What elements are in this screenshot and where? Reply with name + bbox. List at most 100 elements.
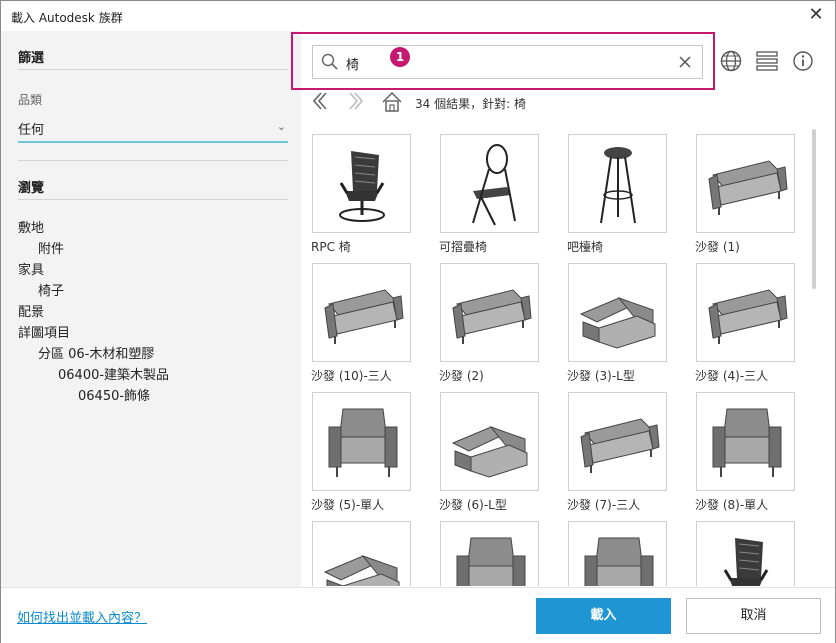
tree-item[interactable]: 06450-飾條 bbox=[78, 385, 150, 404]
divider bbox=[18, 69, 288, 70]
tree-item[interactable]: 敷地 bbox=[18, 217, 44, 236]
forward-icon[interactable] bbox=[347, 91, 365, 111]
result-tile[interactable]: 吧檯椅 bbox=[567, 134, 695, 259]
result-tile[interactable] bbox=[311, 521, 439, 586]
results-scrollbar[interactable] bbox=[812, 129, 816, 289]
result-thumbnail[interactable] bbox=[568, 134, 667, 233]
tree-item[interactable]: 附件 bbox=[38, 238, 64, 257]
result-tile[interactable]: 沙發 (4)-三人 bbox=[695, 263, 807, 388]
result-thumbnail[interactable] bbox=[312, 263, 411, 362]
result-label: 沙發 (6)-L型 bbox=[439, 498, 507, 512]
filter-heading: 篩選 bbox=[18, 51, 45, 66]
tree-item[interactable]: 椅子 bbox=[38, 280, 64, 299]
result-tile[interactable]: 可摺疊椅 bbox=[439, 134, 567, 259]
result-tile[interactable]: 沙發 (8)-單人 bbox=[695, 392, 807, 517]
armchair-icon bbox=[456, 537, 526, 586]
search-icon bbox=[321, 53, 338, 70]
result-label: 沙發 (1) bbox=[695, 240, 740, 254]
result-tile[interactable]: 沙發 (10)-三人 bbox=[311, 263, 439, 388]
results-grid: RPC 椅 可摺疊椅 吧檯椅 沙發 (1) 沙發 (10)-三人 沙發 (2) 沙發 (3)… bbox=[311, 134, 807, 586]
divider bbox=[18, 160, 288, 161]
sofa-icon bbox=[708, 160, 788, 215]
load-family-dialog: 載入 Autodesk 族群 ✕ 篩選 品類 任何 ⌄ 瀏覽 敷地附件家具椅子配… bbox=[0, 0, 836, 643]
armchair-icon bbox=[328, 408, 398, 477]
result-label: 沙發 (2) bbox=[439, 369, 484, 383]
results-panel: 椅 1 34 個結果，針對: 椅 RPC 椅 可摺疊椅 吧檯椅 沙發 (1) 沙… bbox=[291, 31, 835, 587]
result-thumbnail[interactable] bbox=[440, 521, 539, 586]
result-label: 沙發 (3)-L型 bbox=[567, 369, 635, 383]
result-thumbnail[interactable] bbox=[312, 521, 411, 586]
tree-item[interactable]: 分區 06-木材和塑膠 bbox=[38, 343, 154, 362]
l-sofa-icon bbox=[579, 296, 656, 349]
search-query: 椅 bbox=[346, 58, 360, 73]
clear-icon[interactable] bbox=[677, 54, 693, 70]
home-icon[interactable] bbox=[381, 91, 403, 113]
office-chair-icon bbox=[723, 538, 769, 586]
result-tile[interactable]: 沙發 (2) bbox=[439, 263, 567, 388]
l-sofa-icon bbox=[451, 425, 528, 478]
armchair-icon bbox=[712, 408, 782, 477]
load-button[interactable]: 載入 bbox=[536, 598, 671, 634]
result-label: 吧檯椅 bbox=[567, 240, 604, 254]
result-tile[interactable] bbox=[695, 521, 807, 586]
dialog-footer: 如何找出並載入內容？ 載入 取消 bbox=[1, 587, 835, 643]
search-input[interactable]: 椅 bbox=[312, 45, 703, 79]
result-label: 沙發 (4)-三人 bbox=[695, 369, 769, 383]
result-label: RPC 椅 bbox=[311, 240, 351, 254]
armchair-icon bbox=[584, 537, 654, 586]
title-bar: 載入 Autodesk 族群 ✕ bbox=[1, 1, 835, 31]
result-thumbnail[interactable] bbox=[696, 134, 795, 233]
browse-heading: 瀏覽 bbox=[18, 181, 45, 196]
tree-item[interactable]: 配景 bbox=[18, 301, 44, 320]
cancel-button[interactable]: 取消 bbox=[686, 598, 821, 634]
back-icon[interactable] bbox=[311, 91, 329, 111]
result-tile[interactable]: 沙發 (3)-L型 bbox=[567, 263, 695, 388]
divider bbox=[18, 199, 288, 200]
result-tile[interactable]: 沙發 (7)-三人 bbox=[567, 392, 695, 517]
category-label: 品類 bbox=[18, 93, 43, 107]
help-link[interactable]: 如何找出並載入內容？ bbox=[17, 607, 147, 626]
result-thumbnail[interactable] bbox=[696, 521, 795, 586]
folding-chair-icon bbox=[472, 144, 516, 226]
result-thumbnail[interactable] bbox=[568, 521, 667, 586]
result-label: 可摺疊椅 bbox=[439, 240, 488, 254]
close-icon[interactable]: ✕ bbox=[805, 5, 827, 27]
sofa-icon bbox=[324, 289, 404, 344]
result-label: 沙發 (7)-三人 bbox=[567, 498, 641, 512]
navigation-row: 34 個結果，針對: 椅 bbox=[311, 89, 811, 115]
tree-item[interactable]: 06400-建築木製品 bbox=[58, 364, 169, 383]
category-select[interactable]: 任何 ⌄ bbox=[18, 117, 288, 143]
result-label: 沙發 (5)-單人 bbox=[311, 498, 385, 512]
result-thumbnail[interactable] bbox=[312, 392, 411, 491]
result-thumbnail[interactable] bbox=[440, 263, 539, 362]
sofa-icon bbox=[708, 289, 788, 344]
result-thumbnail[interactable] bbox=[696, 392, 795, 491]
result-tile[interactable]: RPC 椅 bbox=[311, 134, 439, 259]
chevron-down-icon: ⌄ bbox=[276, 120, 286, 133]
callout-badge: 1 bbox=[390, 47, 410, 67]
result-tile[interactable] bbox=[567, 521, 695, 586]
result-thumbnail[interactable] bbox=[568, 392, 667, 491]
category-value: 任何 bbox=[18, 123, 45, 138]
l-sofa-icon bbox=[323, 554, 400, 586]
result-thumbnail[interactable] bbox=[312, 134, 411, 233]
window-title: 載入 Autodesk 族群 bbox=[11, 11, 123, 25]
result-tile[interactable]: 沙發 (5)-單人 bbox=[311, 392, 439, 517]
result-thumbnail[interactable] bbox=[440, 134, 539, 233]
tree-item[interactable]: 詳圖項目 bbox=[18, 322, 70, 341]
result-tile[interactable] bbox=[439, 521, 567, 586]
filter-panel: 篩選 品類 任何 ⌄ 瀏覽 敷地附件家具椅子配景詳圖項目分區 06-木材和塑膠 0… bbox=[1, 31, 301, 587]
sofa-icon bbox=[452, 289, 532, 344]
tree-item[interactable]: 家具 bbox=[18, 259, 44, 278]
result-tile[interactable]: 沙發 (6)-L型 bbox=[439, 392, 567, 517]
result-thumbnail[interactable] bbox=[696, 263, 795, 362]
result-label: 沙發 (8)-單人 bbox=[695, 498, 769, 512]
result-thumbnail[interactable] bbox=[440, 392, 539, 491]
result-tile[interactable]: 沙發 (1) bbox=[695, 134, 807, 259]
result-label: 沙發 (10)-三人 bbox=[311, 369, 392, 383]
result-thumbnail[interactable] bbox=[568, 263, 667, 362]
result-summary: 34 個結果，針對: 椅 bbox=[415, 97, 526, 111]
info-icon[interactable] bbox=[791, 49, 815, 73]
globe-icon[interactable] bbox=[719, 49, 743, 73]
list-view-icon[interactable] bbox=[755, 49, 779, 73]
